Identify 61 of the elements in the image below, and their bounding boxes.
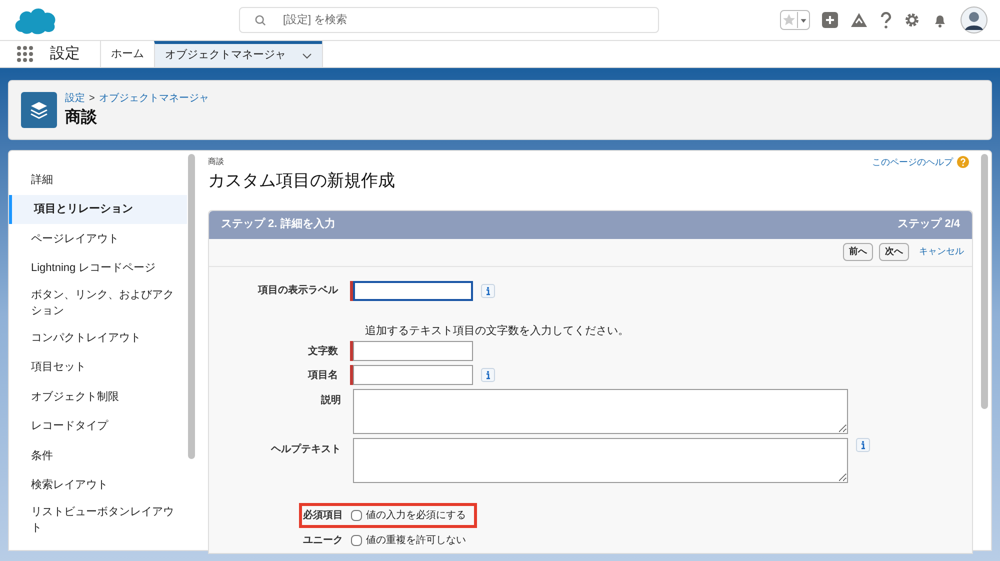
- sidebar-item[interactable]: ページレイアウト: [9, 224, 187, 254]
- sidebar-item[interactable]: 検索レイアウト: [9, 470, 187, 500]
- field-label: 必須項目: [302, 508, 344, 523]
- text-field[interactable]: [353, 365, 473, 385]
- breadcrumb-link[interactable]: オブジェクトマネージャ: [98, 90, 209, 106]
- nav-tab[interactable]: オブジェクトマネージャ: [154, 41, 322, 67]
- chevron-down-icon: [302, 52, 312, 58]
- instruction-text: 追加するテキスト項目の文字数を入力してください。: [365, 324, 629, 338]
- field-label: 項目の表示ラベル: [256, 284, 340, 298]
- text-field[interactable]: [353, 280, 473, 300]
- star-icon: [781, 12, 797, 28]
- text-area[interactable]: [353, 389, 848, 434]
- settings-icon[interactable]: [904, 12, 920, 28]
- scrollbar[interactable]: [188, 154, 195, 459]
- field-label: 項目名: [306, 368, 339, 382]
- field-label: ユニーク: [302, 534, 344, 548]
- sidebar-item[interactable]: オブジェクト制限: [9, 382, 187, 412]
- search-field[interactable]: [設定] を検索: [239, 7, 659, 33]
- scrollbar[interactable]: [980, 154, 988, 409]
- avatar-icon[interactable]: [960, 6, 988, 34]
- text-field[interactable]: [353, 341, 473, 361]
- field-label: 説明: [320, 394, 342, 408]
- breadcrumb-link[interactable]: 設定: [65, 90, 85, 106]
- step-title: ステップ 2. 詳細を入力: [221, 216, 336, 232]
- nav-button[interactable]: 次へ: [879, 243, 909, 261]
- app-launcher-icon[interactable]: [16, 45, 34, 63]
- help-icon: [957, 156, 969, 168]
- info-icon[interactable]: [481, 368, 495, 382]
- breadcrumb-separator: >: [89, 92, 95, 106]
- add-icon[interactable]: [822, 12, 838, 28]
- nav-button[interactable]: 前へ: [843, 243, 873, 261]
- sidebar-item[interactable]: コンパクトレイアウト: [9, 323, 187, 352]
- search-icon: [255, 15, 266, 26]
- help-link[interactable]: このページのヘルプ: [872, 156, 953, 170]
- sidebar-item[interactable]: 条件: [9, 441, 187, 470]
- sidebar-item[interactable]: 項目とリレーション: [9, 194, 187, 224]
- caret-icon: [797, 12, 809, 28]
- sidebar-item[interactable]: リストビューボタンレイアウト: [9, 500, 187, 540]
- page-title: カスタム項目の新規作成: [208, 170, 395, 192]
- help-icon[interactable]: [880, 12, 892, 28]
- step-counter: ステップ 2/4: [898, 216, 960, 232]
- info-icon[interactable]: [481, 284, 495, 298]
- sidebar-item[interactable]: ボタン、リンク、およびアクション: [9, 283, 187, 323]
- app-name: 設定: [50, 44, 81, 64]
- field-label: 文字数: [307, 344, 339, 358]
- trailhead-icon[interactable]: [850, 12, 868, 28]
- info-icon[interactable]: [856, 438, 870, 452]
- object-label: 商談: [208, 156, 225, 168]
- sidebar-item[interactable]: 項目セット: [9, 352, 187, 382]
- sidebar-item[interactable]: レコードタイプ: [9, 412, 187, 441]
- object-title: 商談: [65, 107, 98, 128]
- text-area[interactable]: [353, 438, 848, 483]
- cancel-link[interactable]: キャンセル: [919, 245, 964, 259]
- checkbox[interactable]: [351, 535, 362, 546]
- checkbox-label: 値の入力を必須にする: [366, 508, 466, 523]
- checkbox[interactable]: [351, 510, 362, 521]
- layers-icon: [21, 92, 57, 128]
- sidebar-item[interactable]: Lightning レコードページ: [9, 254, 187, 283]
- sidebar-item[interactable]: 詳細: [9, 165, 187, 194]
- field-label: ヘルプテキスト: [270, 442, 342, 457]
- checkbox-label: 値の重複を許可しない: [366, 534, 466, 548]
